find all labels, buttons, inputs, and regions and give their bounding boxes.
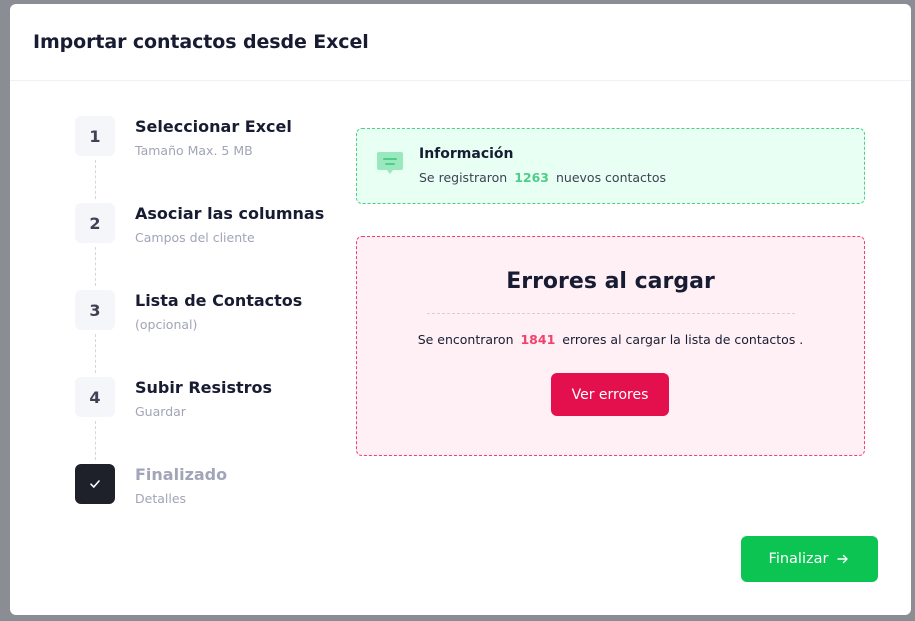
step-number: 1 [75,116,115,156]
step-subtitle: Guardar [135,404,186,419]
step-connector [95,160,96,199]
step-2: 2 Asociar las columnas Campos del client… [75,203,355,290]
divider [427,313,795,314]
step-number: 4 [75,377,115,417]
error-count: 1841 [520,332,556,347]
step-connector [95,247,96,286]
step-subtitle: (opcional) [135,317,198,332]
modal-header: Importar contactos desde Excel [10,4,911,81]
step-subtitle: Campos del cliente [135,230,255,245]
message-icon [377,152,403,174]
modal-title: Importar contactos desde Excel [33,31,369,53]
step-number: 3 [75,290,115,330]
arrow-right-icon [837,554,849,564]
step-title: Seleccionar Excel [135,117,292,136]
error-text-before: Se encontraron [417,332,514,347]
view-errors-button[interactable]: Ver errores [551,373,669,416]
finish-button[interactable]: Finalizar [741,536,878,582]
error-title: Errores al cargar [506,269,715,294]
step-title: Lista de Contactos [135,291,303,310]
step-title: Asociar las columnas [135,204,325,223]
info-text-after: nuevos contactos [555,170,666,185]
error-alert: Errores al cargar Se encontraron 1841 er… [356,236,865,456]
info-text: Se registraron 1263 nuevos contactos [419,170,666,185]
step-4: 4 Subir Resistros Guardar [75,377,355,464]
check-icon [75,464,115,504]
step-5: Finalizado Detalles [75,464,355,551]
step-title: Finalizado [135,465,228,484]
step-connector [95,421,96,460]
step-title: Subir Resistros [135,378,273,397]
step-3: 3 Lista de Contactos (opcional) [75,290,355,377]
registered-count: 1263 [514,170,549,185]
step-subtitle: Detalles [135,491,187,506]
import-modal: Importar contactos desde Excel 1 Selecci… [10,4,911,615]
step-subtitle: Tamaño Max. 5 MB [135,143,253,158]
error-text-after: errores al cargar la lista de contactos … [562,332,804,347]
stepper: 1 Seleccionar Excel Tamaño Max. 5 MB 2 A… [75,116,355,551]
info-text-before: Se registraron [419,170,508,185]
step-connector [95,334,96,373]
info-title: Información [419,146,514,162]
step-1: 1 Seleccionar Excel Tamaño Max. 5 MB [75,116,355,203]
info-alert: Información Se registraron 1263 nuevos c… [356,128,865,204]
finish-label: Finalizar [768,551,829,567]
step-number: 2 [75,203,115,243]
error-text: Se encontraron 1841 errores al cargar la… [357,332,864,347]
